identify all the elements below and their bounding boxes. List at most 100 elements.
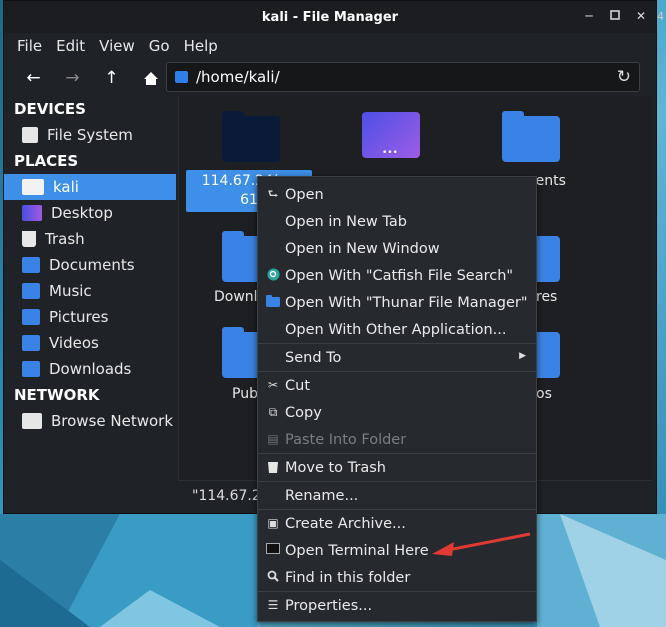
menu-item-open-with-catfish[interactable]: Open With "Catfish File Search" xyxy=(258,262,536,289)
menu-item-label: Copy xyxy=(285,404,322,421)
menu-item-label: Open xyxy=(285,186,324,203)
title-bar[interactable]: kali - File Manager ─ ✕ xyxy=(4,1,656,33)
home-folder-icon xyxy=(175,71,188,83)
menu-item-label: Properties... xyxy=(285,597,373,614)
maximize-icon[interactable] xyxy=(608,9,622,23)
menu-item-cut[interactable]: ✂ Cut xyxy=(258,372,536,399)
menu-go[interactable]: Go xyxy=(142,37,177,55)
reload-icon[interactable]: ↻ xyxy=(617,67,631,87)
trash-icon xyxy=(266,460,280,474)
sidebar-item-pictures[interactable]: Pictures xyxy=(4,304,176,330)
location-bar[interactable]: /home/kali/ ↻ xyxy=(166,62,640,92)
menu-item-open-new-tab[interactable]: Open in New Tab xyxy=(258,208,536,235)
sidebar-item-label: Music xyxy=(49,282,92,300)
menu-item-copy[interactable]: ⧉ Copy xyxy=(258,399,536,426)
documents-folder-icon xyxy=(22,257,40,273)
sidebar-item-label: Documents xyxy=(49,256,135,274)
downloads-folder-icon xyxy=(22,361,40,377)
file-label-pictures: res xyxy=(536,289,558,305)
trash-icon xyxy=(22,231,36,247)
sidebar-item-downloads[interactable]: Downloads xyxy=(4,356,176,382)
menu-item-open-with-thunar[interactable]: Open With "Thunar File Manager" xyxy=(258,289,536,316)
drive-icon xyxy=(22,127,38,143)
folder-icon xyxy=(266,295,280,309)
menu-item-move-to-trash[interactable]: Move to Trash xyxy=(258,454,536,481)
annotation-arrow-icon xyxy=(432,532,531,556)
sidebar-item-file-system[interactable]: File System xyxy=(4,122,176,148)
documents-folder-icon[interactable] xyxy=(502,111,560,162)
sidebar-header-places: PLACES xyxy=(14,152,79,170)
menu-item-label: Find in this folder xyxy=(285,569,411,586)
terminal-icon xyxy=(266,543,280,557)
menu-item-label: Open Terminal Here xyxy=(285,542,429,559)
sidebar-item-label: kali xyxy=(53,178,79,196)
menu-item-label: Cut xyxy=(285,377,310,394)
sidebar-item-label: Browse Network xyxy=(51,412,174,430)
menu-file[interactable]: File xyxy=(10,37,49,55)
menu-view[interactable]: View xyxy=(92,37,142,55)
sidebar-item-kali[interactable]: kali xyxy=(4,174,176,200)
back-arrow-icon[interactable]: ← xyxy=(14,63,53,93)
menu-item-open[interactable]: ⮑ Open xyxy=(258,181,536,208)
search-icon xyxy=(266,570,280,584)
home-icon[interactable] xyxy=(131,63,170,93)
sidebar-header-devices: DEVICES xyxy=(14,100,86,118)
file-label-downloads: Downl xyxy=(214,289,258,305)
menu-edit[interactable]: Edit xyxy=(49,37,92,55)
menu-item-rename[interactable]: Rename... xyxy=(258,482,536,509)
sidebar-item-label: File System xyxy=(47,126,133,144)
menu-item-label: Paste Into Folder xyxy=(285,431,407,448)
network-icon xyxy=(22,413,42,429)
menu-item-label: Rename... xyxy=(285,487,359,504)
sidebar-item-trash[interactable]: Trash xyxy=(4,226,176,252)
sidebar: DEVICES File System PLACES kali Desktop … xyxy=(4,96,176,510)
sidebar-item-desktop[interactable]: Desktop xyxy=(4,200,176,226)
up-arrow-icon[interactable]: ↑ xyxy=(92,63,131,93)
sidebar-item-documents[interactable]: Documents xyxy=(4,252,176,278)
menu-help[interactable]: Help xyxy=(177,37,225,55)
menu-item-label: Open With "Thunar File Manager" xyxy=(285,294,528,311)
pictures-folder-icon xyxy=(22,309,40,325)
minimize-icon[interactable]: ─ xyxy=(582,9,596,23)
sidebar-item-browse-network[interactable]: Browse Network xyxy=(4,408,176,434)
desktop-icon xyxy=(22,205,42,221)
window-title: kali - File Manager xyxy=(261,9,399,25)
sidebar-item-label: Videos xyxy=(49,334,99,352)
menu-item-label: Open in New Window xyxy=(285,240,440,257)
sidebar-item-label: Desktop xyxy=(51,204,113,222)
sidebar-item-label: Pictures xyxy=(49,308,109,326)
menu-item-label: Send To xyxy=(285,349,342,366)
file-label-videos: os xyxy=(536,386,552,402)
menu-item-open-new-window[interactable]: Open in New Window xyxy=(258,235,536,262)
archive-icon: ▣ xyxy=(267,516,279,530)
forward-arrow-icon[interactable]: → xyxy=(53,63,92,93)
menu-item-label: Open With Other Application... xyxy=(285,321,507,338)
menu-item-label: Open With "Catfish File Search" xyxy=(285,267,514,284)
menu-item-label: Open in New Tab xyxy=(285,213,407,230)
properties-icon: ☰ xyxy=(267,598,279,612)
close-icon[interactable]: ✕ xyxy=(634,9,648,23)
menu-item-properties[interactable]: ☰ Properties... xyxy=(258,592,536,619)
catfish-icon xyxy=(266,268,280,282)
copy-icon: ⧉ xyxy=(268,405,278,419)
desktop-folder-icon[interactable]: ••• xyxy=(362,112,420,158)
menu-item-open-with-other[interactable]: Open With Other Application... xyxy=(258,316,536,343)
scissors-icon: ✂ xyxy=(267,378,279,392)
sidebar-item-label: Trash xyxy=(45,230,85,248)
sidebar-item-videos[interactable]: Videos xyxy=(4,330,176,356)
menu-bar: File Edit View Go Help xyxy=(4,33,656,59)
upload-arrow-icon: ⮑ xyxy=(267,187,279,201)
menu-item-find-in-folder[interactable]: Find in this folder xyxy=(258,564,536,591)
sidebar-item-music[interactable]: Music xyxy=(4,278,176,304)
sidebar-header-network: NETWORK xyxy=(14,386,100,404)
menu-item-paste-into-folder[interactable]: ▤ Paste Into Folder xyxy=(258,426,536,453)
music-folder-icon xyxy=(22,283,40,299)
home-folder-icon xyxy=(22,179,44,195)
submenu-arrow-icon: ▶ xyxy=(519,351,526,361)
menu-item-label: Create Archive... xyxy=(285,515,406,532)
folder-icon[interactable] xyxy=(222,111,280,162)
videos-folder-icon xyxy=(22,335,40,351)
paste-icon: ▤ xyxy=(267,432,279,446)
menu-item-send-to[interactable]: Send To ▶ xyxy=(258,344,536,371)
location-path: /home/kali/ xyxy=(196,68,280,86)
